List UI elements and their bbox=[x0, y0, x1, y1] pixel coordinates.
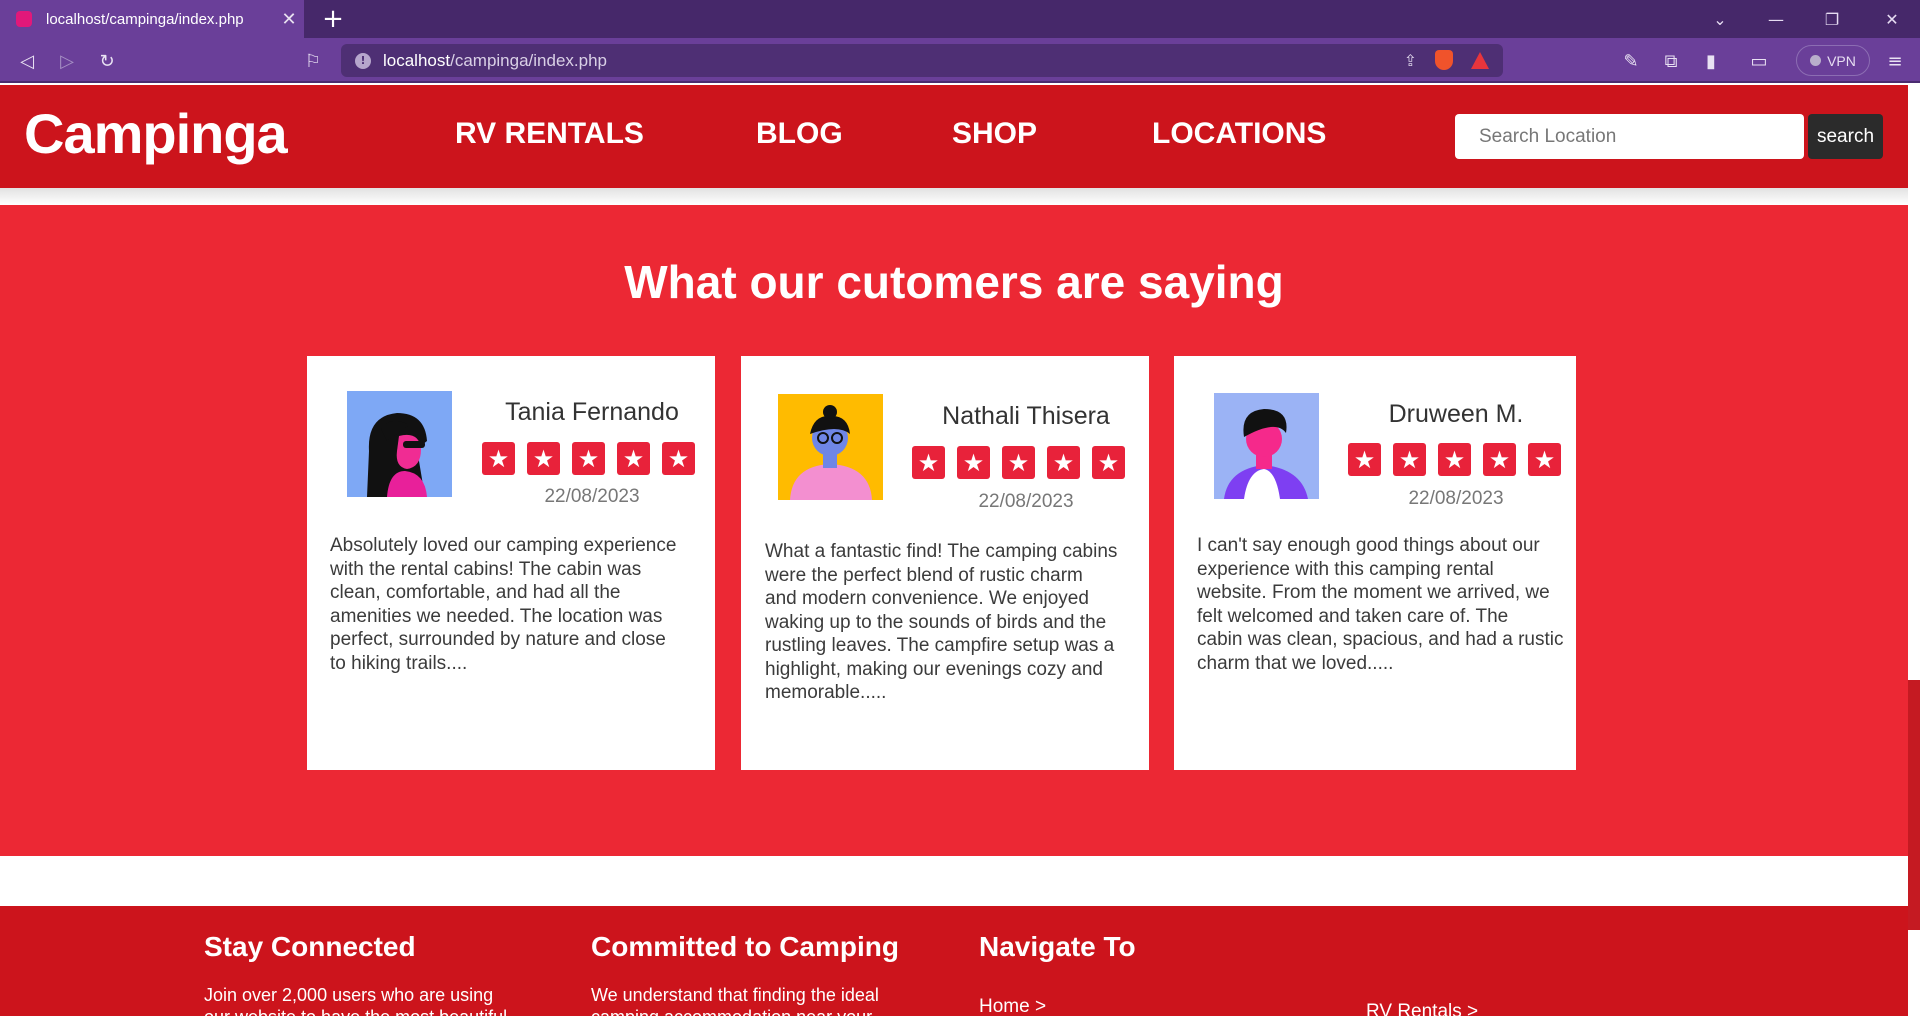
reload-icon[interactable]: ↻ bbox=[90, 44, 124, 78]
close-window-icon[interactable]: ✕ bbox=[1864, 0, 1920, 38]
review-date: 22/08/2023 bbox=[978, 491, 1074, 512]
star-icon: ★ bbox=[1002, 446, 1035, 479]
review-text: What a fantastic find! The camping cabin… bbox=[765, 541, 1118, 703]
testimonial-card: Druween M. ★ ★ ★ ★ ★ 22/08/2023 I can't … bbox=[1174, 356, 1576, 770]
browser-toolbar: ◁ ▷ ↻ ⚐ ! localhost/campinga/index.php ⇪… bbox=[0, 38, 1920, 83]
star-icon: ★ bbox=[1348, 443, 1381, 476]
nav-rv-rentals[interactable]: RV RENTALS bbox=[455, 117, 644, 151]
bookmark-icon[interactable]: ⚐ bbox=[296, 44, 330, 78]
star-rating: ★ ★ ★ ★ ★ bbox=[1348, 443, 1561, 476]
footer-stay-connected-text: Join over 2,000 users who are using our … bbox=[204, 985, 507, 1016]
man-avatar-icon bbox=[1214, 393, 1319, 499]
review-text: I can't say enough good things about our… bbox=[1197, 535, 1564, 674]
new-tab-icon[interactable]: + bbox=[318, 4, 348, 34]
extensions-icon[interactable]: ⧉ bbox=[1654, 44, 1688, 78]
tab-search-chevron-icon[interactable]: ⌄ bbox=[1692, 0, 1748, 38]
star-icon: ★ bbox=[1528, 443, 1561, 476]
star-rating: ★ ★ ★ ★ ★ bbox=[912, 446, 1125, 479]
reviewer-name: Tania Fernando bbox=[505, 398, 679, 426]
star-icon: ★ bbox=[572, 442, 605, 475]
review-text: Absolutely loved our camping experience … bbox=[330, 535, 677, 674]
share-icon[interactable]: ⇪ bbox=[1404, 51, 1417, 70]
site-logo[interactable]: Campinga bbox=[24, 101, 288, 166]
close-tab-icon[interactable]: ✕ bbox=[274, 9, 304, 30]
brave-shields-icon[interactable] bbox=[1435, 50, 1453, 70]
star-icon: ★ bbox=[1047, 446, 1080, 479]
forward-icon[interactable]: ▷ bbox=[50, 44, 84, 78]
testimonial-card: Tania Fernando ★ ★ ★ ★ ★ 22/08/2023 Abso… bbox=[307, 356, 715, 770]
footer-link-home[interactable]: Home > bbox=[979, 996, 1046, 1016]
wallet-icon[interactable]: ▭ bbox=[1742, 44, 1776, 78]
brave-rewards-icon[interactable] bbox=[1471, 51, 1489, 69]
woman-glasses-avatar-icon bbox=[778, 394, 883, 500]
page-scrollbar[interactable] bbox=[1908, 680, 1920, 930]
eyedropper-icon[interactable]: ✎ bbox=[1614, 44, 1648, 78]
menu-icon[interactable]: ≡ bbox=[1878, 44, 1912, 78]
restore-window-icon[interactable]: ❐ bbox=[1804, 0, 1860, 38]
footer-stay-connected-title: Stay Connected bbox=[204, 931, 416, 962]
star-icon: ★ bbox=[957, 446, 990, 479]
address-bar[interactable]: ! localhost/campinga/index.php ⇪ bbox=[341, 44, 1503, 77]
star-icon: ★ bbox=[662, 442, 695, 475]
footer-committed-text: We understand that finding the ideal cam… bbox=[591, 985, 879, 1016]
header-shadow bbox=[0, 188, 1908, 205]
sidebar-icon[interactable]: ▮ bbox=[1694, 44, 1728, 78]
nav-blog[interactable]: BLOG bbox=[756, 117, 843, 151]
nav-shop[interactable]: SHOP bbox=[952, 117, 1037, 151]
site-favicon-icon bbox=[16, 11, 32, 27]
star-icon: ★ bbox=[912, 446, 945, 479]
vpn-status-icon bbox=[1810, 55, 1822, 66]
browser-tabbar: localhost/campinga/index.php ✕ + ⌄ — ❐ ✕ bbox=[0, 0, 1920, 38]
search-button[interactable]: search bbox=[1808, 114, 1883, 159]
site-header: Campinga RV RENTALS BLOG SHOP LOCATIONS … bbox=[0, 85, 1908, 188]
review-date: 22/08/2023 bbox=[544, 486, 640, 507]
testimonials-section: What our cutomers are saying Tania Ferna… bbox=[0, 205, 1908, 856]
browser-tab-active[interactable]: localhost/campinga/index.php ✕ bbox=[0, 0, 304, 38]
minimize-window-icon[interactable]: — bbox=[1748, 0, 1804, 38]
star-rating: ★ ★ ★ ★ ★ bbox=[482, 442, 695, 475]
site-footer: Stay Connected Join over 2,000 users who… bbox=[0, 906, 1908, 1016]
review-date: 22/08/2023 bbox=[1408, 488, 1504, 509]
nav-locations[interactable]: LOCATIONS bbox=[1152, 117, 1326, 151]
woman-sunglasses-avatar-icon bbox=[347, 391, 452, 497]
footer-link-rv-rentals[interactable]: RV Rentals > bbox=[1366, 1001, 1478, 1016]
star-icon: ★ bbox=[1483, 443, 1516, 476]
back-icon[interactable]: ◁ bbox=[10, 44, 44, 78]
site-info-icon[interactable]: ! bbox=[355, 52, 371, 69]
footer-committed-title: Committed to Camping bbox=[591, 931, 899, 962]
tab-title: localhost/campinga/index.php bbox=[46, 10, 244, 28]
testimonial-card: Nathali Thisera ★ ★ ★ ★ ★ 22/08/2023 Wha… bbox=[741, 356, 1149, 770]
star-icon: ★ bbox=[1092, 446, 1125, 479]
star-icon: ★ bbox=[482, 442, 515, 475]
section-title: What our cutomers are saying bbox=[624, 256, 1284, 308]
star-icon: ★ bbox=[527, 442, 560, 475]
star-icon: ★ bbox=[1438, 443, 1471, 476]
star-icon: ★ bbox=[617, 442, 650, 475]
url-text[interactable]: localhost/campinga/index.php bbox=[383, 51, 607, 71]
reviewer-name: Druween M. bbox=[1388, 400, 1524, 428]
vpn-button[interactable]: VPN bbox=[1796, 45, 1870, 76]
star-icon: ★ bbox=[1393, 443, 1426, 476]
reviewer-name: Nathali Thisera bbox=[942, 402, 1110, 430]
footer-navigate-title: Navigate To bbox=[979, 931, 1136, 962]
search-location-input[interactable] bbox=[1455, 114, 1804, 159]
